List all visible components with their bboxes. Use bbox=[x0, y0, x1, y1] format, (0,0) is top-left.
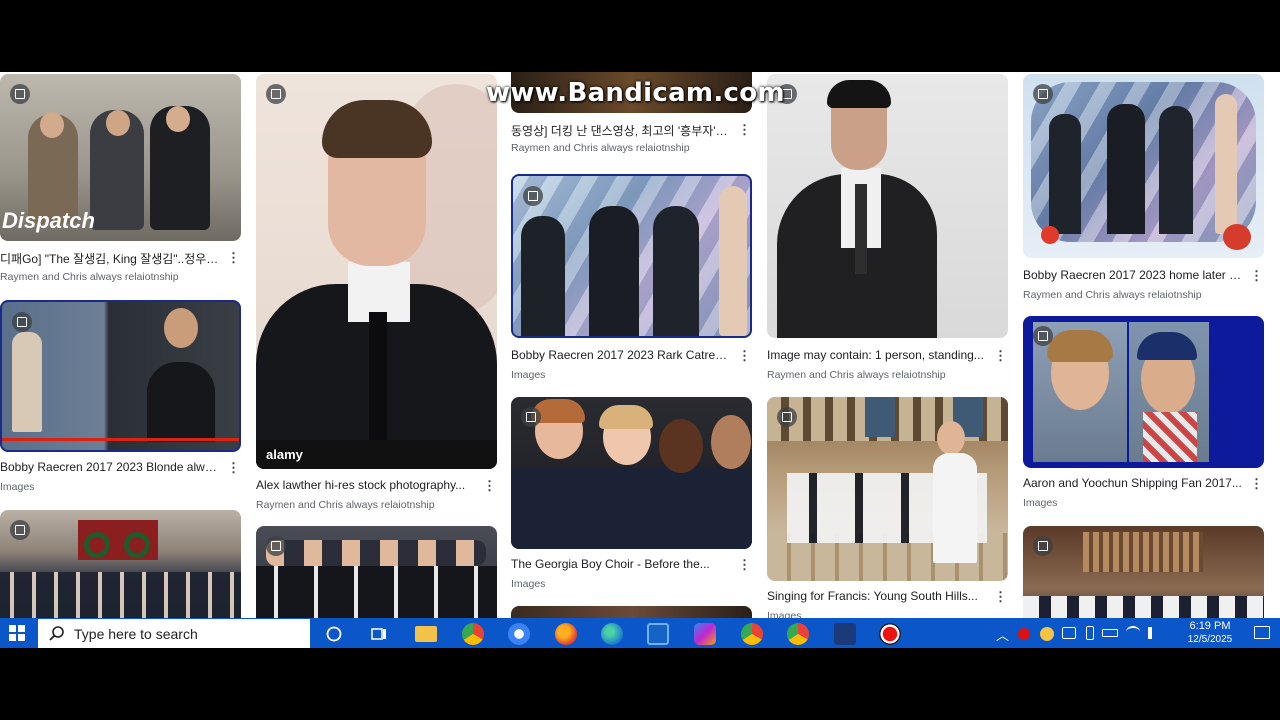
bandicam-record-icon[interactable] bbox=[879, 623, 901, 645]
result-source[interactable]: Raymen and Chris always relaiotnship bbox=[256, 499, 435, 511]
emoji-icon[interactable] bbox=[1040, 627, 1054, 641]
system-tray: ︿ 6:19 PM 12/5/2025 bbox=[990, 618, 1280, 648]
clock-date: 12/5/2025 bbox=[1187, 634, 1233, 645]
result-title[interactable]: Alex lawther hi-res stock photography... bbox=[256, 478, 476, 492]
result-title[interactable]: Bobby Raecren 2017 2023 home later stil.… bbox=[1023, 268, 1243, 282]
taskbar-search-input[interactable]: Type here to search bbox=[38, 619, 310, 648]
image-badge-icon bbox=[521, 407, 541, 427]
usb-icon[interactable] bbox=[1086, 626, 1094, 640]
start-button[interactable] bbox=[0, 618, 34, 648]
image-badge-icon bbox=[1033, 326, 1053, 346]
result-title[interactable]: Aaron and Yoochun Shipping Fan 2017... bbox=[1023, 476, 1243, 490]
more-options-icon[interactable]: ⋮ bbox=[1250, 269, 1263, 282]
result-source[interactable]: Raymen and Chris always relaiotnship bbox=[1023, 289, 1202, 301]
result-thumbnail[interactable] bbox=[256, 526, 497, 630]
more-options-icon[interactable]: ⋮ bbox=[227, 461, 240, 474]
more-options-icon[interactable]: ⋮ bbox=[738, 558, 751, 571]
windows-taskbar: Type here to search ︿ 6:19 PM 12/5/2025 bbox=[0, 618, 1280, 648]
more-options-icon[interactable]: ⋮ bbox=[227, 251, 240, 264]
result-thumbnail[interactable] bbox=[511, 174, 752, 338]
more-options-icon[interactable]: ⋮ bbox=[738, 349, 751, 362]
result-thumbnail[interactable] bbox=[0, 300, 241, 452]
result-title[interactable]: Image may contain: 1 person, standing... bbox=[767, 348, 987, 362]
image-badge-icon bbox=[10, 520, 30, 540]
chrome-profile-icon[interactable] bbox=[741, 623, 763, 645]
result-thumbnail[interactable] bbox=[767, 397, 1008, 581]
result-thumbnail[interactable] bbox=[0, 510, 241, 630]
outlook-icon[interactable] bbox=[647, 623, 669, 645]
notifications-icon[interactable] bbox=[1254, 626, 1270, 639]
app-icon[interactable] bbox=[834, 623, 856, 645]
more-options-icon[interactable]: ⋮ bbox=[994, 590, 1007, 603]
image-badge-icon bbox=[266, 84, 286, 104]
search-icon bbox=[49, 625, 64, 641]
image-badge-icon bbox=[523, 186, 543, 206]
result-source[interactable]: Raymen and Chris always relaiotnship bbox=[0, 271, 179, 283]
result-thumbnail[interactable]: Dispatch bbox=[0, 74, 241, 241]
result-source[interactable]: Images bbox=[511, 369, 545, 381]
wifi-icon[interactable] bbox=[1126, 626, 1140, 638]
record-indicator-icon[interactable] bbox=[1018, 628, 1030, 640]
more-options-icon[interactable]: ⋮ bbox=[1250, 477, 1263, 490]
more-options-icon[interactable]: ⋮ bbox=[483, 479, 496, 492]
result-source[interactable]: Raymen and Chris always relaiotnship bbox=[511, 142, 690, 154]
result-source[interactable]: Images bbox=[0, 481, 34, 493]
result-thumbnail[interactable] bbox=[1023, 74, 1264, 258]
task-view-icon[interactable] bbox=[368, 623, 390, 645]
result-title[interactable]: Bobby Raecren 2017 2023 Blonde alway... bbox=[0, 460, 220, 474]
windows-logo-icon bbox=[9, 625, 25, 641]
chrome-icon[interactable] bbox=[462, 623, 484, 645]
image-search-results: Dispatch 디패Go] "The 잘생김, King 잘생김"..정우성x… bbox=[0, 72, 1280, 648]
thumbnail-logo: Dispatch bbox=[2, 208, 95, 233]
result-title[interactable]: The Georgia Boy Choir - Before the... bbox=[511, 557, 731, 571]
result-source[interactable]: Images bbox=[1023, 497, 1057, 509]
search-placeholder: Type here to search bbox=[74, 625, 198, 642]
cortana-icon[interactable] bbox=[323, 623, 345, 645]
result-title[interactable]: 동영상] 더킹 난 댄스영상, 최고의 '흥부자'는 ... bbox=[511, 122, 731, 139]
clock-time: 6:19 PM bbox=[1189, 620, 1231, 632]
file-explorer-icon[interactable] bbox=[415, 626, 437, 642]
image-badge-icon bbox=[1033, 84, 1053, 104]
firefox-icon[interactable] bbox=[555, 623, 577, 645]
result-source[interactable]: Images bbox=[511, 578, 545, 590]
image-badge-icon bbox=[777, 407, 797, 427]
thumbnail-logo: alamy bbox=[266, 447, 303, 462]
result-thumbnail[interactable] bbox=[1023, 526, 1264, 630]
recording-watermark: www.Bandicam.com bbox=[486, 78, 785, 108]
battery-icon[interactable] bbox=[1102, 629, 1118, 637]
chrome-profile-2-icon[interactable] bbox=[787, 623, 809, 645]
image-badge-icon bbox=[266, 536, 286, 556]
image-badge-icon bbox=[12, 312, 32, 332]
result-thumbnail[interactable]: alamy bbox=[256, 74, 497, 469]
edge-icon[interactable] bbox=[601, 623, 623, 645]
volume-icon[interactable] bbox=[1148, 627, 1160, 639]
clock[interactable]: 6:19 PM 12/5/2025 bbox=[1180, 620, 1240, 646]
image-badge-icon bbox=[10, 84, 30, 104]
result-source[interactable]: Raymen and Chris always relaiotnship bbox=[767, 369, 946, 381]
result-thumbnail[interactable] bbox=[1023, 316, 1264, 468]
result-thumbnail[interactable] bbox=[767, 74, 1008, 338]
chevron-up-icon[interactable]: ︿ bbox=[996, 625, 1009, 644]
result-title[interactable]: Bobby Raecren 2017 2023 Rark Catren b... bbox=[511, 348, 731, 362]
chrome-alt-icon[interactable] bbox=[508, 623, 530, 645]
result-title[interactable]: 디패Go] "The 잘생김, King 잘생김"..정우성x... bbox=[0, 250, 220, 267]
more-options-icon[interactable]: ⋮ bbox=[994, 349, 1007, 362]
copilot-icon[interactable] bbox=[694, 623, 716, 645]
cloud-off-icon[interactable] bbox=[1062, 627, 1076, 639]
result-title[interactable]: Singing for Francis: Young South Hills..… bbox=[767, 589, 987, 603]
image-badge-icon bbox=[1033, 536, 1053, 556]
more-options-icon[interactable]: ⋮ bbox=[738, 123, 751, 136]
result-thumbnail[interactable] bbox=[511, 397, 752, 549]
